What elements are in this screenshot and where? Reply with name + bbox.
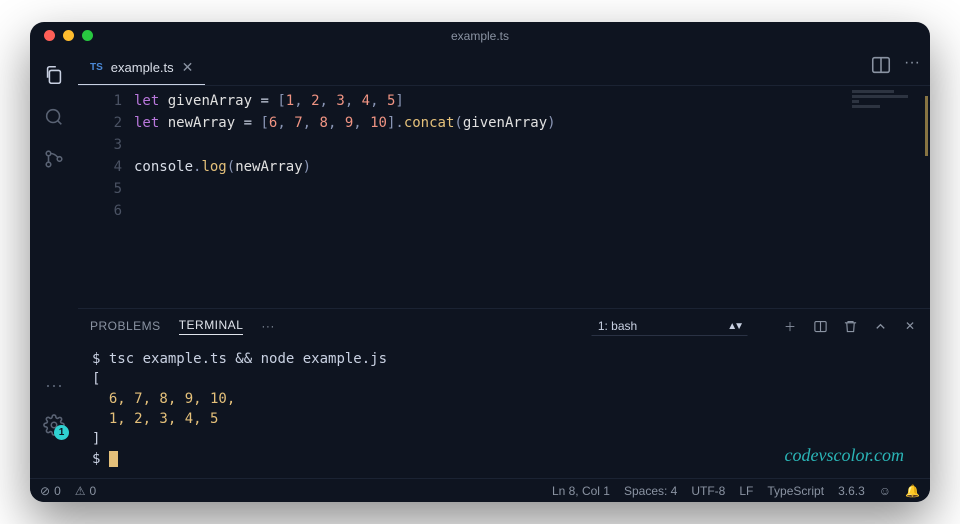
tab-filename: example.ts: [111, 60, 174, 75]
explorer-icon[interactable]: [41, 62, 67, 88]
split-terminal-icon[interactable]: [812, 318, 828, 334]
file-tab[interactable]: TS example.ts ✕: [78, 50, 205, 85]
window-title: example.ts: [451, 29, 509, 43]
chevron-up-icon[interactable]: [872, 318, 888, 334]
panel-more-icon[interactable]: ···: [261, 319, 275, 333]
line-number: 6: [78, 200, 122, 222]
more-icon[interactable]: ···: [41, 372, 67, 398]
output-bracket: [: [92, 369, 916, 389]
status-errors[interactable]: ⊘ 0: [40, 484, 61, 498]
status-language[interactable]: TypeScript: [767, 484, 824, 498]
chevron-updown-icon: ▲▼: [727, 321, 741, 332]
source-control-icon[interactable]: [41, 146, 67, 172]
line-number: 3: [78, 134, 122, 156]
window-minimize[interactable]: [63, 30, 74, 41]
settings-icon[interactable]: 1: [41, 412, 67, 438]
settings-badge: 1: [54, 425, 69, 440]
code-content: let givenArray = [1, 2, 3, 4, 5] let new…: [134, 90, 930, 308]
status-bar: ⊘ 0 ⚠ 0 Ln 8, Col 1 Spaces: 4 UTF-8 LF T…: [30, 478, 930, 502]
window-maximize[interactable]: [82, 30, 93, 41]
editor-more-icon[interactable]: ···: [904, 54, 920, 81]
status-ts-version[interactable]: 3.6.3: [838, 484, 865, 498]
tab-close-icon[interactable]: ✕: [182, 59, 194, 76]
window-controls: [44, 30, 93, 41]
line-number: 2: [78, 112, 122, 134]
terminal-tab[interactable]: TERMINAL: [179, 318, 244, 335]
terminal-select[interactable]: 1: bash ▲▼: [591, 316, 748, 336]
line-number: 1: [78, 90, 122, 112]
typescript-icon: TS: [90, 62, 103, 73]
terminal-select-value: 1: bash: [598, 319, 637, 333]
watermark: codevscolor.com: [785, 445, 904, 466]
close-panel-icon[interactable]: ✕: [902, 318, 918, 334]
trash-icon[interactable]: [842, 318, 858, 334]
terminal-cursor: [109, 451, 118, 467]
split-editor-icon[interactable]: [870, 54, 892, 81]
feedback-icon[interactable]: ☺: [879, 484, 891, 498]
line-number: 4: [78, 156, 122, 178]
line-gutter: 1 2 3 4 5 6: [78, 90, 134, 308]
prompt: $: [92, 351, 100, 367]
activity-bar: ··· 1: [30, 50, 78, 478]
status-indent[interactable]: Spaces: 4: [624, 484, 677, 498]
status-eol[interactable]: LF: [739, 484, 753, 498]
bell-icon[interactable]: 🔔: [905, 484, 920, 498]
new-terminal-icon[interactable]: ＋: [782, 318, 798, 334]
line-number: 5: [78, 178, 122, 200]
search-icon[interactable]: [41, 104, 67, 130]
problems-tab[interactable]: PROBLEMS: [90, 319, 161, 333]
editor-window: example.ts ··· 1 TS: [30, 22, 930, 502]
output-row: 6, 7, 8, 9, 10,: [109, 391, 235, 407]
prompt: $: [92, 451, 100, 467]
status-encoding[interactable]: UTF-8: [691, 484, 725, 498]
status-cursor-pos[interactable]: Ln 8, Col 1: [552, 484, 610, 498]
tabs-bar: TS example.ts ✕ ···: [78, 50, 930, 86]
terminal-command: tsc example.ts && node example.js: [109, 351, 387, 367]
titlebar: example.ts: [30, 22, 930, 50]
status-warnings[interactable]: ⚠ 0: [75, 484, 96, 498]
overview-ruler: [925, 96, 928, 156]
output-row: 1, 2, 3, 4, 5: [109, 411, 219, 427]
window-close[interactable]: [44, 30, 55, 41]
editor-area[interactable]: 1 2 3 4 5 6 let givenArray = [1, 2, 3, 4…: [78, 86, 930, 308]
minimap[interactable]: [852, 90, 922, 130]
